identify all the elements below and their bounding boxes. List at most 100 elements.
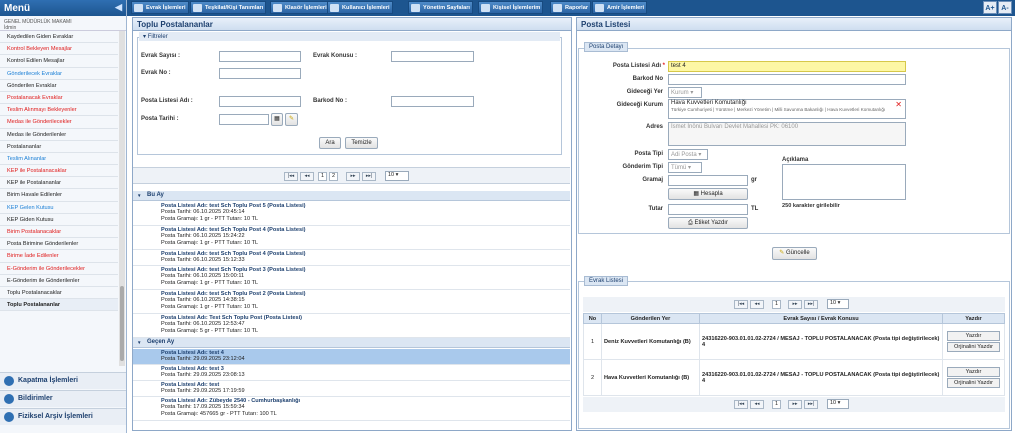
aciklama-textarea[interactable] [782,164,906,200]
sidebar-item[interactable]: Gönderilen Evraklar [0,80,118,92]
sidebar-scrollbar[interactable] [119,31,125,366]
sidebar-item[interactable]: Teslim Alınanlar [0,153,118,166]
guncelle-button[interactable]: ✎ Güncelle [772,247,817,260]
list-item[interactable]: Posta Listesi Adı: test 3 Posta Tarihi: 2… [133,365,570,381]
posta-listesi-adi-input[interactable] [219,96,301,107]
font-decrease-button[interactable]: A- [998,1,1012,14]
evrak-last-page-button-bottom[interactable]: ▸▸| [804,400,818,409]
evrak-page-size-select-bottom[interactable]: 10 ▾ [827,399,849,409]
evrak-page-size-select[interactable]: 10 ▾ [827,299,849,309]
next-page-button[interactable]: ▸▸ [346,172,360,181]
scrollbar-thumb[interactable] [120,286,124,361]
menu-amir[interactable]: Amir İşlemleri [592,1,647,14]
page-1[interactable]: 1 [318,172,327,181]
menu-kisisel[interactable]: Kişisel İşlemlerim [478,1,544,14]
collapse-sidebar-icon[interactable]: ◀ [115,2,122,13]
posta-tarihi-input[interactable] [219,114,269,125]
sidebar-item[interactable]: KEP Giden Kutusu [0,214,118,226]
evrak-page-1-bottom[interactable]: 1 [772,400,781,409]
prev-page-button[interactable]: ◂◂ [300,172,314,181]
remove-kurum-icon[interactable]: ✕ [895,101,902,108]
gidecegi-yer-select[interactable]: Kurum ▾ [668,87,702,98]
sidebar-item[interactable]: Birim Postalanacaklar [0,226,118,239]
evrak-prev-page-button-bottom[interactable]: ◂◂ [750,400,764,409]
yazdir-button[interactable]: Yazdır [947,331,1000,341]
sidebar-item[interactable]: Medas ile Gönderilecekler [0,116,118,129]
font-increase-button[interactable]: A+ [983,1,997,14]
info-icon [4,394,14,404]
sidebar-item[interactable]: Postalanacak Evraklar [0,92,118,105]
sidebar-item[interactable]: KEP ile Postalananlar [0,177,118,190]
menu-yonetim[interactable]: Yönetim Sayfaları [408,1,473,14]
section-bildirimler[interactable]: Bildirimler [0,390,126,407]
sidebar-item[interactable]: KEP Gelen Kutusu [0,202,118,214]
list-item[interactable]: Posta Listesi Adı: test Sch Toplu Post 2… [133,290,570,314]
sidebar-item[interactable]: Birim Havale Edilenler [0,189,118,202]
gramaj-input[interactable] [668,175,748,186]
sidebar-item[interactable]: Gönderilecek Evraklar [0,68,118,80]
etiket-yazdir-button[interactable]: ⎙ Etiket Yazdır [668,217,748,229]
orjinal-yazdir-button[interactable]: Orjinalini Yazdır [947,342,1000,352]
group-bu-ay[interactable]: Bu Ay [133,191,570,201]
tutar-input[interactable] [668,204,748,215]
sidebar-item[interactable]: Kontrol Bekleyen Mesajlar [0,43,118,56]
filters-legend[interactable]: ▾ Filtreler [139,32,560,41]
sidebar-item[interactable]: Medas ile Gönderilenler [0,129,118,141]
sidebar-item[interactable]: E-Gönderim ile Gönderilecekler [0,263,118,275]
page-size-select[interactable]: 10 ▾ [385,171,409,181]
sidebar-item[interactable]: Toplu Postalananlar [0,299,118,312]
posta-tipi-select[interactable]: Adi Posta ▾ [668,149,708,160]
evrak-first-page-button[interactable]: |◂◂ [734,300,748,309]
broom-clear-icon[interactable]: ✎ [285,113,298,126]
sidebar-item[interactable]: Postalananlar [0,141,118,153]
list-item[interactable]: Posta Listesi Adı: test Sch Toplu Post 5… [133,202,570,226]
posta-listesi-adi-field[interactable]: test 4 [668,61,906,72]
adres-field[interactable]: İsmet İnönü Bulvarı Devlet Mahallesi PK:… [668,122,906,146]
evrak-next-page-button-bottom[interactable]: ▸▸ [788,400,802,409]
list-item[interactable]: Posta Listesi Adı: Zübeyde 2540 - Cumhur… [133,397,570,421]
group-gecen-ay[interactable]: Geçen Ay [133,338,570,348]
evrak-prev-page-button[interactable]: ◂◂ [750,300,764,309]
menu-klasor[interactable]: Klasör İşlemleri [270,1,330,14]
sidebar-item[interactable]: E-Gönderim ile Gönderilenler [0,275,118,287]
evrak-next-page-button[interactable]: ▸▸ [788,300,802,309]
evrak-no-input[interactable] [219,68,301,79]
gonderim-tipi-select[interactable]: Tümü ▾ [668,162,702,173]
menu-kullanici[interactable]: Kullanıcı İşlemleri [327,1,393,14]
list-item[interactable]: Posta Listesi Adı: test Posta Tarihi: 29.… [133,381,570,397]
orjinal-yazdir-button[interactable]: Orjinalini Yazdır [947,378,1000,388]
list-item[interactable]: Posta Listesi Adı: test Sch Toplu Post 4… [133,226,570,250]
sidebar-item[interactable]: Toplu Postalanacaklar [0,287,118,300]
menu-teskilat[interactable]: Teşkilat/Kişi Tanımları [190,1,267,14]
sidebar-item[interactable]: KEP ile Postalanacaklar [0,165,118,178]
sidebar-item[interactable]: Kontrol Edilen Mesajlar [0,55,118,68]
gidecegi-kurum-field[interactable]: Hava Kuvvetleri Komutanlığı Türkiye Cumh… [668,99,906,119]
last-page-button[interactable]: ▸▸| [362,172,376,181]
barkod-no-field[interactable] [668,74,906,85]
list-item[interactable]: Posta Listesi Adı: Test Sch Toplu Post (… [133,314,570,338]
evrak-konusu-input[interactable] [391,51,474,62]
menu-evrak-islemleri[interactable]: Evrak İşlemleri [131,1,189,14]
list-item[interactable]: Posta Listesi Adı: test 4 Posta Tarihi: 2… [133,349,570,365]
clear-button[interactable]: Temizle [345,137,378,149]
menu-raporlar[interactable]: Raporlar [550,1,592,14]
section-fiziksel-arsiv[interactable]: Fiziksel Arşiv İşlemleri [0,408,126,425]
barkod-no-input[interactable] [391,96,474,107]
calendar-icon[interactable]: ▦ [271,113,283,126]
hesapla-button[interactable]: ▦ Hesapla [668,188,748,200]
list-item[interactable]: Posta Listesi Adı: test Sch Toplu Post 4… [133,250,570,266]
sidebar-item[interactable]: Kaydedilen Giden Evraklar [0,31,118,44]
evrak-sayisi-input[interactable] [219,51,301,62]
first-page-button[interactable]: |◂◂ [284,172,298,181]
sidebar-item[interactable]: Birime İade Edilenler [0,250,118,263]
page-2[interactable]: 2 [329,172,338,181]
list-item[interactable]: Posta Listesi Adı: test Sch Toplu Post 3… [133,266,570,290]
yazdir-button[interactable]: Yazdır [947,367,1000,377]
section-kapatma[interactable]: Kapatma İşlemleri [0,372,126,389]
sidebar-item[interactable]: Posta Birimine Gönderilenler [0,238,118,251]
evrak-last-page-button[interactable]: ▸▸| [804,300,818,309]
search-button[interactable]: Ara [319,137,341,149]
evrak-first-page-button-bottom[interactable]: |◂◂ [734,400,748,409]
evrak-page-1[interactable]: 1 [772,300,781,309]
sidebar-item[interactable]: Teslim Alınmayı Bekleyenler [0,104,118,117]
